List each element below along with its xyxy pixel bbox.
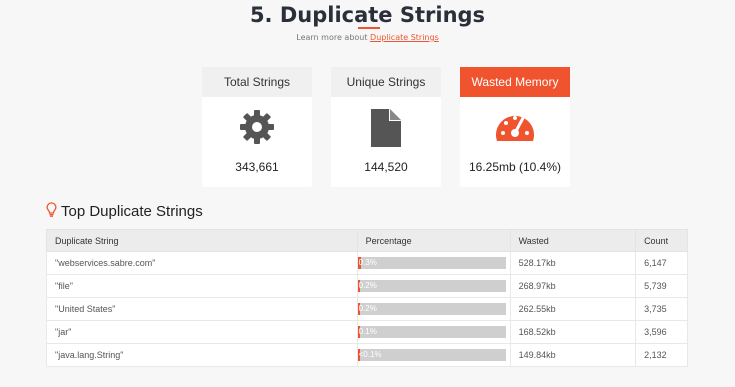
duplicate-string-cell: "jar" [46,320,358,344]
file-icon [331,109,441,151]
percentage-cell: 0.2% [356,274,511,298]
duplicate-strings-table: Duplicate String Percentage Wasted Count… [46,229,688,367]
table-row: "file" 0.2% 268.97kb 5,739 [46,274,688,298]
table-header-row: Duplicate String Percentage Wasted Count [46,229,688,252]
gear-icon [202,109,312,149]
section-title-text: Top Duplicate Strings [61,203,203,220]
percentage-cell: <0.1% [356,343,511,367]
percentage-label: 0.1% [358,327,377,336]
total-strings-label: Total Strings [202,67,312,97]
table-row: "jar" 0.1% 168.52kb 3,596 [46,320,688,344]
column-header-count[interactable]: Count [635,229,688,252]
wasted-cell: 268.97kb [509,274,637,298]
wasted-cell: 262.55kb [509,297,637,321]
gauge-icon [460,109,570,147]
learn-more-prefix: Learn more about [296,33,371,42]
wasted-memory-card: Wasted Memory 16.25mb (10.4%) [460,67,570,187]
table-row: "webservices.sabre.com" 0.3% 528.17kb 6,… [46,251,688,275]
unique-strings-card: Unique Strings 144,520 [331,67,441,187]
column-header-wasted[interactable]: Wasted [509,229,637,252]
table-row: "United States" 0.2% 262.55kb 3,735 [46,297,688,321]
unique-strings-value: 144,520 [364,160,408,174]
percentage-bar: 0.3% [357,257,506,269]
column-header-duplicate-string[interactable]: Duplicate String [46,229,358,252]
count-cell: 3,596 [635,320,688,344]
total-strings-card: Total Strings 343,661 [202,67,312,187]
percentage-label: 0.2% [358,304,377,313]
learn-more-link[interactable]: Duplicate Strings [370,33,439,42]
duplicate-string-cell: "webservices.sabre.com" [46,251,358,275]
percentage-cell: 0.3% [356,251,511,275]
wasted-cell: 168.52kb [509,320,637,344]
column-header-percentage[interactable]: Percentage [356,229,511,252]
percentage-bar: 0.2% [357,280,506,292]
count-cell: 3,735 [635,297,688,321]
percentage-bar: 0.2% [357,303,506,315]
wasted-cell: 528.17kb [509,251,637,275]
page-title: 5. Duplicate Strings [249,3,486,27]
count-cell: 2,132 [635,343,688,367]
percentage-bar: 0.1% [357,326,506,338]
duplicate-string-cell: "United States" [46,297,358,321]
wasted-memory-label: Wasted Memory [460,67,570,97]
duplicate-string-cell: "java.lang.String" [46,343,358,367]
percentage-cell: 0.2% [356,297,511,321]
learn-more-text: Learn more about Duplicate Strings [0,33,735,42]
count-cell: 6,147 [635,251,688,275]
percentage-label: 0.2% [358,281,377,290]
percentage-bar: <0.1% [357,349,506,361]
percentage-label: <0.1% [358,350,382,359]
table-row: "java.lang.String" <0.1% 149.84kb 2,132 [46,343,688,367]
wasted-memory-value: 16.25mb (10.4%) [468,160,562,174]
count-cell: 5,739 [635,274,688,298]
section-title: Top Duplicate Strings [46,202,203,221]
wasted-cell: 149.84kb [509,343,637,367]
percentage-cell: 0.1% [356,320,511,344]
lightbulb-icon [46,202,57,221]
percentage-label: 0.3% [358,258,377,267]
unique-strings-label: Unique Strings [331,67,441,97]
total-strings-value: 343,661 [235,160,279,174]
title-underline [358,27,380,29]
duplicate-string-cell: "file" [46,274,358,298]
